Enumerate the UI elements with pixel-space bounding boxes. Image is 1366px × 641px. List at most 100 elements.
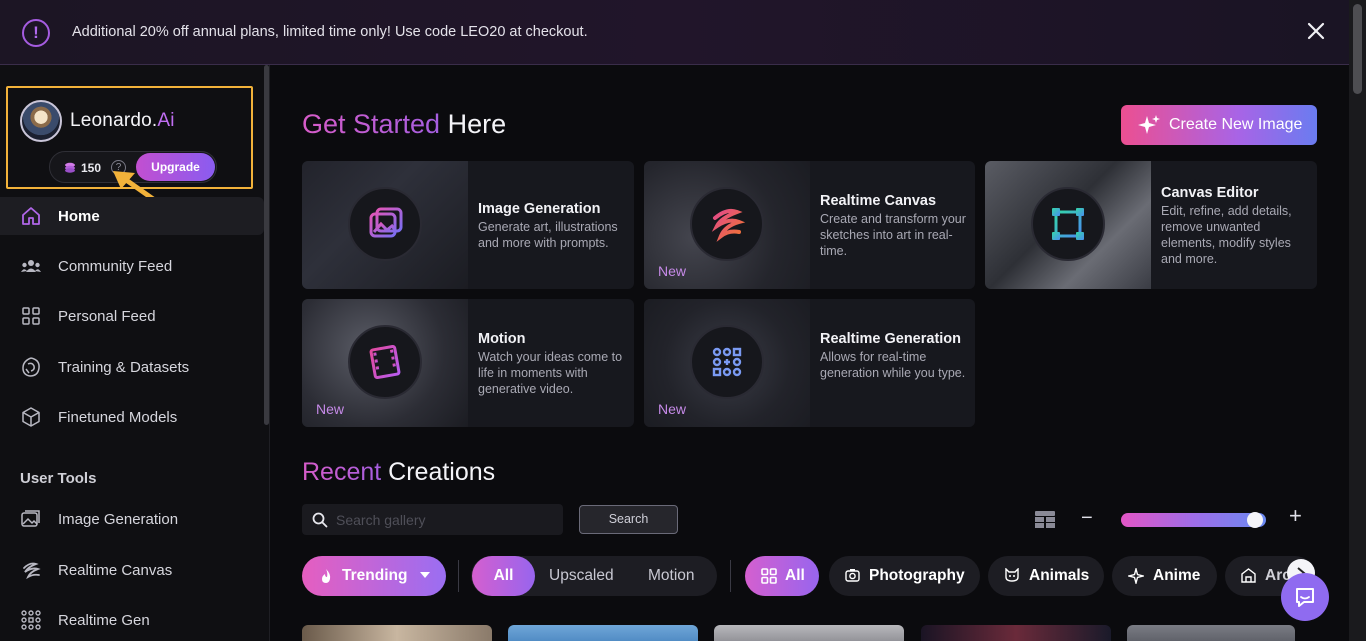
fire-icon (322, 569, 331, 583)
card-realtime-canvas[interactable]: New Realtime Canvas Create and transform… (644, 161, 975, 289)
grid-icon (761, 568, 777, 584)
sparkle-icon (1128, 568, 1144, 584)
sidebar-item-finetuned-models[interactable]: Finetuned Models (0, 398, 264, 436)
search-gallery-input[interactable]: Search gallery (302, 504, 563, 535)
section-title-user-tools: User Tools (20, 470, 97, 487)
card-image-generation[interactable]: Image Generation Generate art, illustrat… (302, 161, 634, 289)
grid-icon (22, 307, 40, 325)
category-anime[interactable]: Anime (1112, 556, 1217, 596)
support-chat-button[interactable] (1281, 573, 1329, 621)
sidebar-item-realtime-gen[interactable]: Realtime Gen (0, 601, 264, 639)
category-label: Photography (869, 567, 965, 584)
get-started-title: Get Started Here (302, 109, 507, 139)
divider (458, 560, 459, 592)
card-title: Realtime Canvas (820, 193, 937, 209)
camera-icon (845, 569, 860, 582)
search-icon (312, 512, 328, 528)
card-desc: Create and transform your sketches into … (820, 212, 966, 258)
divider (730, 560, 731, 592)
card-title: Motion (478, 331, 526, 347)
sidebar-item-label: Realtime Gen (58, 611, 150, 629)
category-animals[interactable]: Animals (988, 556, 1104, 596)
card-motion[interactable]: New Motion Watch your ideas come to life… (302, 299, 634, 427)
card-desc: Allows for real-time generation while yo… (820, 350, 966, 380)
gallery-thumbnail[interactable] (508, 625, 698, 641)
image-generation-icon (348, 187, 422, 261)
page-scrollbar[interactable] (1349, 0, 1366, 641)
card-title: Realtime Generation (820, 331, 962, 347)
sidebar-item-label: Community Feed (58, 257, 173, 275)
realtime-generation-icon (690, 325, 764, 399)
training-icon (22, 357, 40, 377)
type-filter-motion[interactable]: Motion (648, 556, 695, 596)
canvas-editor-icon (1031, 187, 1105, 261)
card-desc: Edit, refine, add details, remove unwant… (1161, 204, 1292, 266)
card-desc: Generate art, illustrations and more wit… (478, 220, 618, 250)
category-label: Anime (1153, 567, 1201, 584)
film-icon (348, 325, 422, 399)
sidebar-item-label: Finetuned Models (58, 408, 178, 426)
gallery-thumbnail[interactable] (1127, 625, 1295, 641)
sidebar-item-label: Image Generation (58, 510, 179, 528)
card-realtime-generation[interactable]: New Realtime Generation Allows for real-… (644, 299, 975, 427)
home-icon (22, 207, 40, 225)
trending-dropdown[interactable]: Trending (302, 556, 446, 596)
banner-text: Additional 20% off annual plans, limited… (72, 24, 588, 40)
sidebar-scrollbar[interactable] (264, 65, 269, 425)
category-label: Animals (1029, 567, 1090, 584)
sidebar-item-label: Personal Feed (58, 307, 156, 325)
community-icon (21, 260, 41, 272)
search-placeholder: Search gallery (336, 512, 426, 528)
zoom-out-button[interactable]: − (1081, 508, 1095, 528)
zoom-slider[interactable] (1121, 513, 1266, 527)
sidebar-item-image-generation[interactable]: Image Generation (0, 500, 264, 538)
exclamation-circle-icon: ! (22, 19, 50, 47)
brush-icon (23, 562, 41, 580)
brand-name[interactable]: Leonardo.Ai (70, 110, 175, 132)
cube-icon (22, 407, 40, 427)
card-title: Canvas Editor (1161, 185, 1259, 201)
chevron-down-icon (420, 572, 430, 578)
building-icon (1241, 568, 1256, 583)
gallery-thumbnail[interactable] (302, 625, 492, 641)
search-button[interactable]: Search (579, 505, 678, 534)
new-badge: New (658, 401, 687, 417)
page-scrollbar-thumb[interactable] (1353, 4, 1362, 94)
type-filter-segment: All Upscaled Motion (471, 556, 717, 596)
sidebar-item-label: Training & Datasets (58, 358, 190, 376)
sidebar-item-training-datasets[interactable]: Training & Datasets (0, 348, 264, 386)
category-photography[interactable]: Photography (829, 556, 980, 596)
category-label: All (785, 567, 805, 584)
cat-icon (1005, 568, 1019, 582)
sidebar-item-community-feed[interactable]: Community Feed (0, 247, 264, 285)
create-new-image-button[interactable]: Create New Image (1121, 105, 1317, 145)
new-badge: New (658, 263, 687, 279)
sidebar-item-label: Home (58, 207, 100, 225)
card-desc: Watch your ideas come to life in moments… (478, 350, 623, 396)
gallery-thumbnail[interactable] (714, 625, 904, 641)
brush-stroke-icon (690, 187, 764, 261)
type-filter-all[interactable]: All (472, 556, 535, 596)
main-content: Get Started Here Create New Image Image … (270, 65, 1349, 641)
gallery-thumbnail[interactable] (921, 625, 1111, 641)
zoom-in-button[interactable]: + (1289, 505, 1305, 527)
card-canvas-editor[interactable]: Canvas Editor Edit, refine, add details,… (985, 161, 1317, 289)
card-title: Image Generation (478, 201, 601, 217)
sparkle-icon (1138, 115, 1160, 134)
trending-label: Trending (342, 567, 408, 584)
sidebar-item-home[interactable]: Home (0, 197, 264, 235)
close-icon[interactable] (1304, 19, 1328, 43)
token-icon (65, 162, 75, 173)
sidebar-item-realtime-canvas[interactable]: Realtime Canvas (0, 551, 264, 589)
recent-creations-title: Recent Creations (302, 458, 496, 486)
avatar[interactable] (20, 100, 62, 142)
category-all[interactable]: All (745, 556, 819, 596)
token-count: 150 (81, 161, 102, 175)
chat-icon (1296, 588, 1314, 607)
type-filter-upscaled[interactable]: Upscaled (549, 556, 614, 596)
promo-banner: ! Additional 20% off annual plans, limit… (0, 0, 1349, 65)
new-badge: New (316, 401, 345, 417)
sidebar: Leonardo.Ai 150 ? Upgrade Home Community… (0, 65, 270, 641)
layout-toggle-icon[interactable] (1035, 511, 1055, 528)
sidebar-item-personal-feed[interactable]: Personal Feed (0, 297, 264, 335)
